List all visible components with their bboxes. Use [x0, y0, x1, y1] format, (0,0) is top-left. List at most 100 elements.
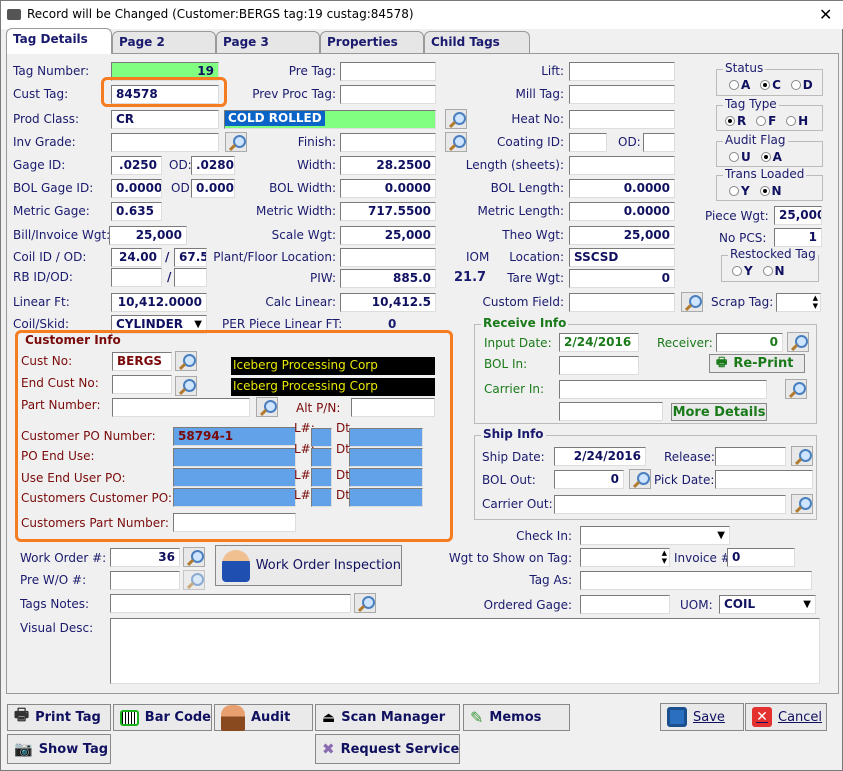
more-details-button[interactable]: More Details — [671, 403, 767, 421]
save-button[interactable]: Save — [660, 703, 744, 731]
work-order-inspection-button[interactable]: Work Order Inspection — [215, 545, 402, 586]
release-search-icon[interactable] — [791, 446, 813, 466]
tare-wgt-field[interactable]: 0 — [569, 269, 675, 288]
use-end-user-po-field[interactable] — [173, 468, 296, 487]
ordered-gage-field[interactable] — [580, 595, 670, 614]
tab-page-3[interactable]: Page 3 — [216, 31, 320, 53]
cancel-button[interactable]: ✕ Cancel — [745, 703, 827, 731]
tab-child-tags[interactable]: Child Tags — [424, 31, 530, 53]
date-field-0[interactable] — [349, 428, 423, 447]
tab-page-2[interactable]: Page 2 — [112, 31, 216, 53]
pre-wo-field[interactable] — [110, 571, 180, 590]
status-radio-a[interactable] — [729, 80, 739, 90]
inv-grade-field[interactable] — [111, 133, 219, 152]
tag-type-radio-f[interactable] — [756, 116, 767, 126]
no-pcs-field[interactable]: 1 — [774, 228, 822, 247]
metric-length-field[interactable]: 0.0000 — [569, 202, 675, 221]
scan-manager-button[interactable]: ⏏ Scan Manager — [315, 704, 460, 731]
coating-id-field[interactable] — [569, 133, 607, 152]
tags-notes-search-icon[interactable] — [354, 593, 376, 613]
print-tag-button[interactable]: 🖶 Print Tag — [7, 704, 111, 731]
coating-od-field[interactable] — [643, 133, 675, 152]
metric-gage-field[interactable]: 0.635 — [111, 202, 162, 221]
receiver-search-icon[interactable] — [787, 332, 809, 352]
tags-notes-field[interactable] — [110, 594, 351, 613]
memos-button[interactable]: ✎ Memos — [463, 704, 570, 731]
invoice-field[interactable]: 0 — [727, 548, 795, 567]
pre-wo-search-icon[interactable] — [183, 570, 205, 590]
line-field-3[interactable] — [311, 488, 332, 507]
scale-wgt-field[interactable]: 25,000 — [340, 226, 436, 245]
width-field[interactable]: 28.2500 — [340, 156, 436, 175]
restocked-radio-n[interactable] — [762, 266, 773, 276]
finish-search-icon[interactable] — [445, 132, 467, 152]
work-order-field[interactable]: 36 — [110, 548, 180, 567]
bol-gage-od-field[interactable]: 0.0000 — [191, 179, 235, 198]
metric-width-field[interactable]: 717.5500 — [340, 202, 436, 221]
line-field-2[interactable] — [311, 468, 332, 487]
reprint-button[interactable]: 🖶 Re-Print — [709, 354, 805, 373]
wgt-show-spinner[interactable]: ▲ ▼ — [580, 548, 670, 567]
custom-field-input[interactable] — [569, 293, 675, 312]
tag-as-field[interactable] — [580, 571, 812, 590]
scrap-tag-spinner[interactable]: ▲ ▼ — [776, 293, 821, 312]
finish-field[interactable] — [340, 133, 436, 152]
prev-proc-tag-field[interactable] — [340, 85, 436, 104]
po-end-use-field[interactable] — [173, 448, 296, 467]
bol-width-field[interactable]: 0.0000 — [340, 179, 436, 198]
end-cust-no-field[interactable] — [112, 375, 172, 394]
bol-length-field[interactable]: 0.0000 — [569, 179, 675, 198]
lift-field[interactable] — [569, 62, 675, 81]
piece-wgt-field[interactable]: 25,000 — [774, 206, 822, 225]
plant-location-field[interactable] — [340, 248, 436, 267]
alt-pn-field[interactable] — [351, 398, 435, 417]
calc-linear-field[interactable]: 10,412.5 — [340, 293, 436, 312]
prod-class-search-icon[interactable] — [445, 109, 467, 129]
restocked-radio-y[interactable] — [732, 266, 742, 276]
prod-class-field[interactable]: CR — [111, 110, 219, 129]
bol-out-search-icon[interactable] — [629, 469, 651, 489]
work-order-search-icon[interactable] — [183, 547, 205, 567]
tab-properties[interactable]: Properties — [320, 31, 424, 53]
audit-button[interactable]: Audit — [214, 704, 313, 731]
bol-out-field[interactable]: 0 — [554, 470, 624, 489]
theo-wgt-field[interactable]: 25,000 — [569, 226, 675, 245]
carrier-in-extra-field[interactable] — [559, 402, 663, 421]
release-field[interactable] — [715, 447, 786, 466]
piw-field[interactable]: 885.0 — [340, 269, 436, 288]
trans-radio-y[interactable] — [729, 186, 739, 196]
audit-radio-u[interactable] — [729, 152, 739, 162]
status-radio-d[interactable] — [790, 80, 801, 90]
gage-od-field[interactable]: .0280 — [191, 156, 235, 175]
tag-type-radio-h[interactable] — [786, 116, 797, 126]
pre-tag-field[interactable] — [340, 62, 436, 81]
audit-radio-a[interactable] — [760, 152, 771, 162]
coil-id-field[interactable]: 24.00 — [111, 248, 162, 267]
input-date-field[interactable]: 2/24/2016 — [559, 333, 639, 352]
bol-gage-id-field[interactable]: 0.0000 — [111, 179, 162, 198]
line-field-1[interactable] — [311, 448, 332, 467]
heat-no-field[interactable] — [569, 110, 675, 129]
customers-customer-po-field[interactable] — [173, 488, 296, 507]
date-field-3[interactable] — [349, 488, 423, 507]
linear-ft-field[interactable]: 10,412.0000 — [111, 293, 207, 312]
prod-class-desc[interactable]: COLD ROLLED — [224, 110, 436, 129]
bill-wgt-field[interactable]: 25,000 — [109, 226, 187, 245]
carrier-in-search-icon[interactable] — [785, 379, 807, 399]
location-field[interactable]: SSCSD — [569, 248, 675, 267]
carrier-out-field[interactable] — [554, 495, 786, 514]
part-number-search-icon[interactable] — [256, 397, 278, 417]
uom-select[interactable]: COIL ▼ — [719, 595, 816, 614]
part-number-field[interactable] — [112, 398, 250, 417]
gage-id-field[interactable]: .0250 — [111, 156, 162, 175]
mill-tag-field[interactable] — [569, 85, 675, 104]
receiver-field[interactable]: 0 — [716, 333, 783, 352]
customers-part-number-field[interactable] — [173, 513, 296, 532]
tag-type-radio-r[interactable] — [725, 116, 735, 126]
coil-od-field[interactable]: 67.5 — [174, 248, 207, 267]
visual-desc-textarea[interactable] — [110, 618, 820, 684]
request-service-button[interactable]: ✖ Request Service — [315, 734, 460, 764]
bar-code-button[interactable]: Bar Code — [113, 704, 212, 731]
customer-po-field[interactable]: 58794-1 — [173, 427, 296, 446]
pick-date-field[interactable] — [715, 470, 813, 489]
